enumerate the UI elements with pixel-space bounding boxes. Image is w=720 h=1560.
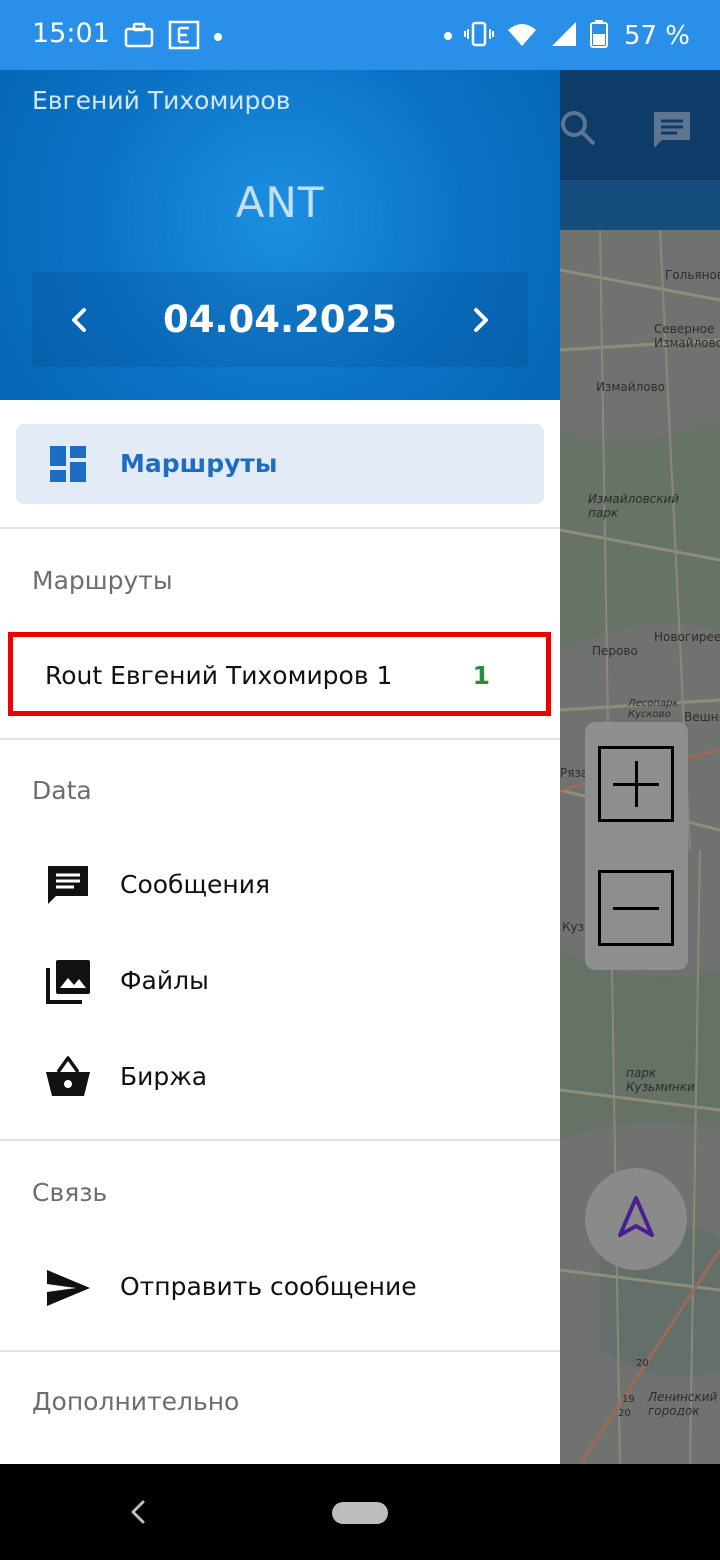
route-name: Rout Евгений Тихомиров 1 xyxy=(45,661,393,690)
map-label: парк Кузьминки xyxy=(626,1066,695,1094)
map-label: Лесопарк Кусково xyxy=(628,698,679,720)
section-title-data: Data xyxy=(32,776,92,805)
menu-item-label: Файлы xyxy=(120,966,209,995)
status-left-icons xyxy=(124,20,222,54)
map-label: Измайловский парк xyxy=(588,492,680,520)
briefcase-icon xyxy=(124,21,154,53)
status-time: 15:01 xyxy=(32,18,110,49)
status-bar: 15:01 57 % xyxy=(0,0,720,70)
map-label: Северное Измайлово xyxy=(654,322,720,350)
map-label: Вешняки xyxy=(684,710,720,724)
menu-item-routes[interactable]: Маршруты xyxy=(16,424,544,504)
app-name: ANT xyxy=(235,178,325,227)
chevron-right-icon[interactable] xyxy=(460,300,500,340)
divider xyxy=(0,738,560,740)
vibrate-icon xyxy=(463,20,494,52)
menu-item-send-message[interactable]: Отправить сообщение xyxy=(0,1242,560,1332)
map-label: Перово xyxy=(592,644,638,658)
menu-item-label: Отправить сообщение xyxy=(120,1272,417,1301)
map-label: Ленинский городок xyxy=(648,1390,718,1418)
message-icon xyxy=(44,862,92,910)
battery-icon xyxy=(589,20,608,52)
photo-library-icon xyxy=(44,958,92,1006)
date-selector: 04.04.2025 xyxy=(32,272,528,367)
current-date[interactable]: 04.04.2025 xyxy=(32,298,528,341)
menu-item-messages[interactable]: Сообщения xyxy=(0,840,560,930)
map-label: Гольяново xyxy=(665,268,720,282)
map-label: Измайлово xyxy=(596,380,665,394)
section-title-communication: Связь xyxy=(32,1178,108,1207)
system-navigation-bar xyxy=(0,1464,720,1560)
wifi-icon xyxy=(506,20,538,52)
status-right-icons: 57 % xyxy=(443,20,690,52)
menu-item-label: Сообщения xyxy=(120,870,271,899)
divider xyxy=(0,1139,560,1141)
map-label: 20 xyxy=(636,1358,649,1369)
search-icon[interactable] xyxy=(558,108,598,152)
menu-item-label: Маршруты xyxy=(120,449,278,478)
back-icon[interactable] xyxy=(126,1496,150,1532)
zoom-controls xyxy=(585,722,688,970)
zoom-in-button[interactable] xyxy=(598,746,674,822)
signal-icon xyxy=(550,20,578,52)
menu-item-files[interactable]: Файлы xyxy=(0,936,560,1026)
e-app-icon xyxy=(168,20,200,54)
drawer-header: Евгений Тихомиров ANT 04.04.2025 xyxy=(0,70,560,400)
map-label: 19 xyxy=(622,1394,635,1405)
battery-percent: 57 % xyxy=(623,21,690,51)
navigation-button[interactable] xyxy=(585,1168,687,1270)
basket-icon xyxy=(44,1054,92,1102)
map-label: Новогиреево xyxy=(654,630,720,644)
dashboard-icon xyxy=(48,444,88,488)
notification-dot-icon xyxy=(214,33,222,41)
navigation-drawer: Евгений Тихомиров ANT 04.04.2025 Маршрут… xyxy=(0,70,560,1464)
home-pill-icon[interactable] xyxy=(332,1502,388,1524)
route-count-badge: 1 xyxy=(472,661,490,690)
section-title-additional: Дополнительно xyxy=(32,1387,240,1416)
menu-item-exchange[interactable]: Биржа xyxy=(0,1032,560,1122)
divider xyxy=(0,527,560,529)
map-label: 20 xyxy=(618,1408,631,1419)
zoom-out-button[interactable] xyxy=(598,870,674,946)
route-list-item[interactable]: Rout Евгений Тихомиров 1 1 xyxy=(8,632,551,716)
send-icon xyxy=(44,1264,92,1312)
notification-dot-icon xyxy=(443,32,452,40)
section-title-routes: Маршруты xyxy=(32,566,173,595)
divider xyxy=(0,1350,560,1352)
navigation-arrow-icon xyxy=(616,1195,656,1243)
menu-item-label: Биржа xyxy=(120,1062,208,1091)
chat-icon[interactable] xyxy=(650,108,694,156)
user-name: Евгений Тихомиров xyxy=(32,86,291,115)
